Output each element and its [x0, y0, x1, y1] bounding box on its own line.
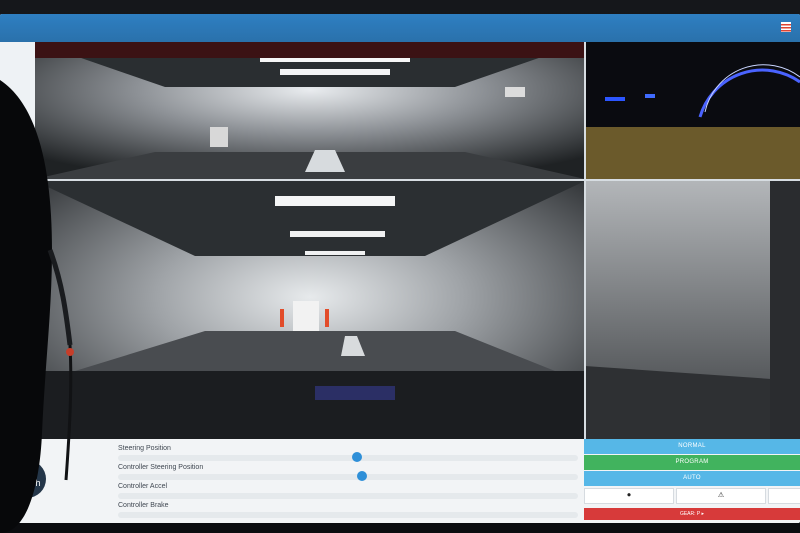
controller-brake-track[interactable]: [118, 512, 578, 518]
extra-button[interactable]: [768, 488, 800, 504]
control-label: Controller Brake: [118, 502, 169, 509]
flag-icon[interactable]: [780, 21, 792, 33]
steering-position-track[interactable]: [118, 452, 578, 462]
warning-icon: ⚠: [717, 492, 725, 499]
control-label: Steering Position: [118, 445, 171, 452]
stop-button[interactable]: ⏺: [584, 488, 674, 504]
speed-readout: 0 km/h: [13, 478, 41, 488]
app-window: - D - 0 km/h Steering Position Controlle…: [0, 14, 800, 523]
control-label: Controller Steering Position: [118, 464, 204, 471]
top-bar: [0, 14, 800, 42]
control-steering-position: Steering Position: [118, 445, 578, 462]
control-controller-steering-position: Controller Steering Position: [118, 464, 578, 481]
stop-icon: ⏺: [627, 492, 631, 499]
control-controller-brake: Controller Brake: [118, 502, 578, 518]
camera-feed-dashboard: [585, 42, 800, 179]
feed-divider-vertical: [584, 42, 586, 439]
auto-mode-button[interactable]: AUTO: [584, 471, 800, 486]
controller-steering-position-track[interactable]: [118, 471, 578, 481]
steering-position-slider[interactable]: [352, 452, 363, 462]
feed-divider-horizontal: [35, 179, 800, 181]
gear-button[interactable]: GEAR: P ▸: [584, 508, 800, 520]
camera-feed-front-top: [35, 42, 585, 179]
control-controller-accel: Controller Accel: [118, 483, 578, 499]
gear-indicator: - D -: [18, 467, 36, 477]
camera-feed-right-side: [585, 181, 800, 439]
control-panel: - D - 0 km/h Steering Position Controlle…: [0, 439, 800, 523]
camera-feed-front-main: [35, 181, 585, 439]
warning-button[interactable]: ⚠: [676, 488, 766, 504]
program-mode-button[interactable]: PROGRAM: [584, 455, 800, 470]
normal-mode-button[interactable]: NORMAL: [584, 439, 800, 454]
control-label: Controller Accel: [118, 483, 168, 490]
controller-steering-position-slider[interactable]: [356, 471, 367, 481]
controller-accel-track[interactable]: [118, 493, 578, 499]
monitor-bezel: - D - 0 km/h Steering Position Controlle…: [0, 0, 800, 533]
speed-indicator: - D - 0 km/h: [8, 460, 46, 498]
